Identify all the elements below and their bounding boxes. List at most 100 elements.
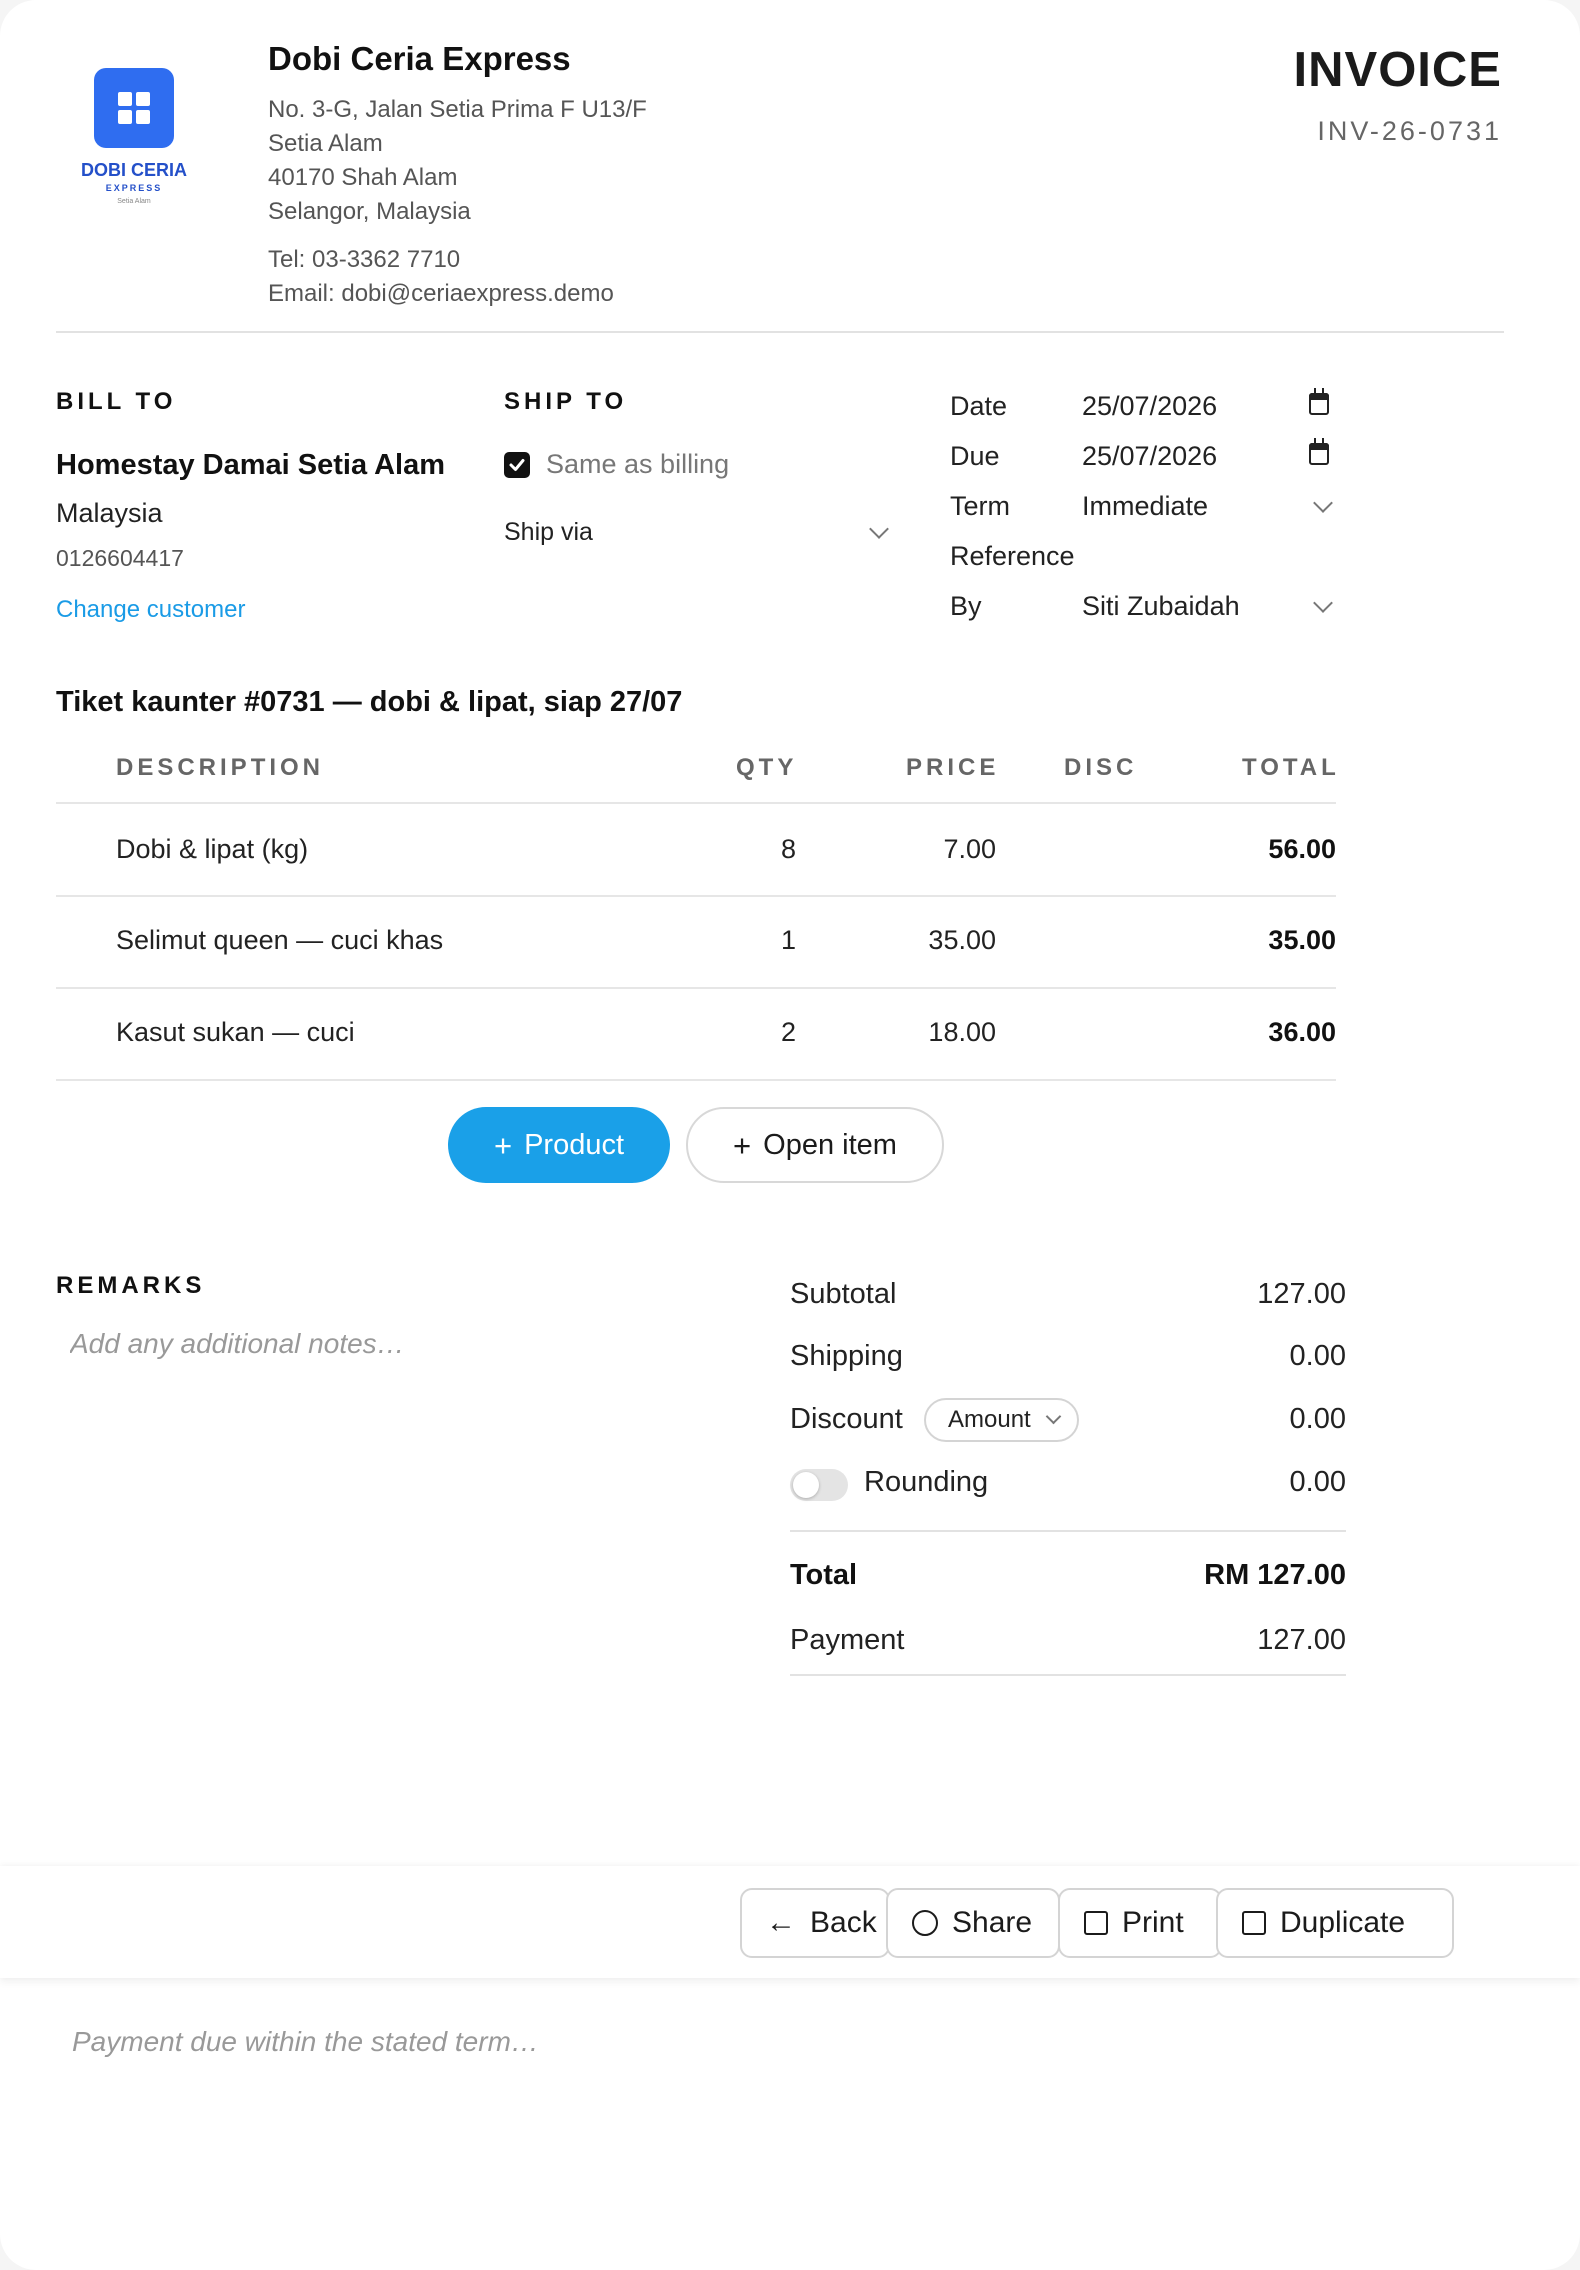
item-total: 35.00: [1268, 925, 1336, 955]
invoice-page: DOBI CERIA EXPRESS Setia Alam Dobi Ceria…: [0, 0, 1580, 2270]
payment-value[interactable]: 127.00: [1257, 1624, 1346, 1657]
discount-label: Discount: [790, 1403, 903, 1435]
logo-location: Setia Alam: [117, 198, 151, 205]
add-product-label: Product: [524, 1128, 625, 1161]
total-label: Total: [790, 1559, 858, 1591]
item-description: Selimut queen — cuci khas: [116, 925, 444, 955]
change-customer-link[interactable]: Change customer: [56, 596, 245, 624]
company-address-line: 40170 Shah Alam: [268, 164, 458, 191]
chevron-down-icon: [1045, 1408, 1062, 1425]
rounding-toggle[interactable]: [790, 1469, 848, 1501]
column-header-disc: DISC: [1064, 754, 1138, 781]
table-row[interactable]: Dobi & lipat (kg) 8 7.00 56.00: [56, 804, 1336, 896]
duplicate-button[interactable]: Duplicate: [1216, 1888, 1454, 1958]
shipping-value[interactable]: 0.00: [1290, 1340, 1346, 1373]
due-label: Due: [950, 441, 1000, 471]
arrow-left-icon: ←: [766, 1906, 796, 1939]
check-icon: [509, 459, 525, 471]
remarks-input[interactable]: [70, 1322, 710, 1366]
rounding-label: Rounding: [864, 1466, 989, 1498]
back-button[interactable]: ← Back: [740, 1888, 890, 1958]
reference-field[interactable]: [1100, 541, 1300, 573]
term-label: Term: [950, 491, 1010, 521]
table-row[interactable]: Kasut sukan — cuci 2 18.00 36.00: [56, 989, 1336, 1081]
company-address-line: Setia Alam: [268, 130, 383, 157]
discount-type-select[interactable]: Amount: [924, 1398, 1079, 1442]
table-row[interactable]: Selimut queen — cuci khas 1 35.00 35.00: [56, 897, 1336, 989]
company-tel: Tel: 03-3362 7710: [268, 246, 461, 273]
item-total: 56.00: [1268, 834, 1336, 864]
chevron-down-icon[interactable]: [1313, 493, 1333, 513]
by-label: By: [950, 591, 982, 621]
column-header-qty: QTY: [736, 754, 798, 781]
discount-type-value: Amount: [948, 1406, 1031, 1433]
customer-phone: 0126604417: [56, 545, 184, 571]
plus-icon: +: [733, 1127, 752, 1163]
remarks-label: REMARKS: [56, 1272, 206, 1299]
item-total: 36.00: [1268, 1017, 1336, 1047]
add-open-item-button[interactable]: + Open item: [686, 1107, 944, 1183]
rounding-value: 0.00: [1289, 1466, 1346, 1498]
company-logo-icon: [94, 68, 174, 148]
customer-country: Malaysia: [56, 498, 163, 528]
subtotal-label: Subtotal: [790, 1278, 897, 1310]
chevron-down-icon[interactable]: [1313, 593, 1333, 613]
company-address-line: Selangor, Malaysia: [268, 198, 471, 225]
same-as-billing-label: Same as billing: [546, 449, 730, 479]
duplicate-label: Duplicate: [1280, 1906, 1406, 1939]
term-select[interactable]: Immediate: [1082, 491, 1208, 522]
column-header-description: DESCRIPTION: [116, 754, 325, 781]
add-open-item-label: Open item: [763, 1128, 897, 1161]
same-as-billing-checkbox[interactable]: [504, 452, 530, 478]
ship-via-select[interactable]: Ship via: [504, 516, 896, 556]
share-icon: [912, 1910, 938, 1936]
customer-name: Homestay Damai Setia Alam: [56, 449, 445, 481]
logo-name: DOBI CERIA: [80, 160, 187, 180]
by-select[interactable]: Siti Zubaidah: [1082, 591, 1240, 622]
print-icon: [1084, 1911, 1108, 1935]
item-qty: 8: [780, 834, 796, 864]
due-date-field[interactable]: 25/07/2026: [1082, 441, 1217, 472]
company-name: Dobi Ceria Express: [268, 40, 571, 77]
plus-icon: +: [493, 1127, 513, 1163]
subtotal-value: 127.00: [1257, 1278, 1346, 1310]
duplicate-icon: [1242, 1911, 1266, 1935]
date-field[interactable]: 25/07/2026: [1082, 391, 1217, 422]
bill-to-label: BILL TO: [56, 388, 177, 415]
back-label: Back: [810, 1906, 877, 1939]
ship-to-label: SHIP TO: [504, 388, 628, 415]
document-title: INVOICE: [1293, 43, 1502, 97]
footer-note-input[interactable]: [72, 2020, 972, 2064]
logo-subtitle: EXPRESS: [105, 183, 163, 193]
share-button[interactable]: Share: [886, 1888, 1060, 1958]
summary-divider: [790, 1530, 1346, 1532]
item-qty: 2: [780, 1017, 796, 1047]
print-button[interactable]: Print: [1058, 1888, 1222, 1958]
total-value: RM 127.00: [1204, 1559, 1346, 1591]
chevron-down-icon: [869, 519, 889, 539]
table-divider: [56, 1079, 1336, 1081]
payment-label: Payment: [790, 1624, 905, 1656]
share-label: Share: [952, 1906, 1033, 1939]
column-header-price: PRICE: [906, 754, 1000, 781]
date-label: Date: [950, 391, 1008, 421]
calendar-icon[interactable]: [1309, 438, 1329, 465]
calendar-icon[interactable]: [1309, 388, 1329, 415]
column-header-total: TOTAL: [1242, 754, 1340, 781]
item-qty: 1: [780, 925, 796, 955]
add-product-button[interactable]: + Product: [448, 1107, 670, 1183]
company-address-line: No. 3-G, Jalan Setia Prima F U13/F: [268, 96, 647, 123]
item-price: 35.00: [928, 925, 996, 955]
item-description: Dobi & lipat (kg): [116, 834, 309, 864]
toggle-knob: [793, 1472, 819, 1498]
shipping-label: Shipping: [790, 1340, 903, 1372]
reference-label: Reference: [950, 541, 1075, 571]
header-divider: [56, 331, 1504, 333]
invoice-number: INV-26-0731: [1317, 116, 1502, 146]
ship-via-placeholder: Ship via: [504, 518, 593, 546]
company-email: Email: dobi@ceriaexpress.demo: [268, 280, 614, 307]
print-label: Print: [1122, 1906, 1184, 1939]
item-description: Kasut sukan — cuci: [116, 1017, 355, 1047]
item-price: 7.00: [943, 834, 996, 864]
discount-value[interactable]: 0.00: [1290, 1403, 1346, 1436]
